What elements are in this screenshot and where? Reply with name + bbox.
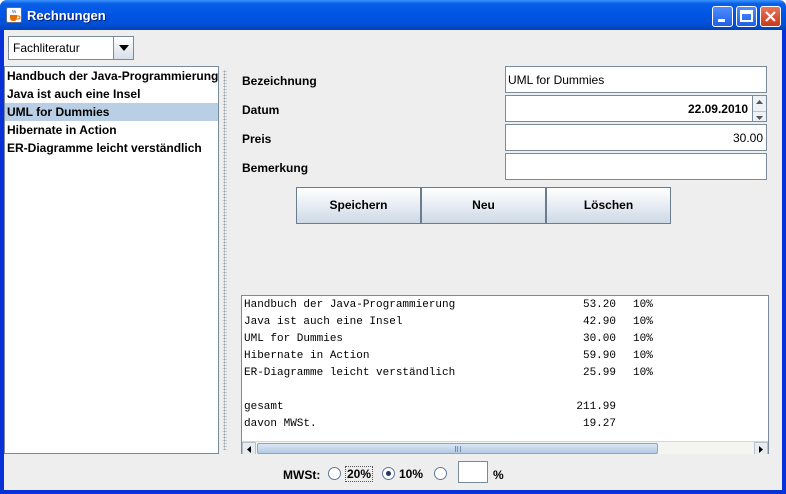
summary-row: Java ist auch eine Insel 42.90 10% xyxy=(244,316,653,328)
percent-unit-label: % xyxy=(493,468,504,482)
summary-row: Handbuch der Java-Programmierung 53.20 10% xyxy=(244,299,653,311)
title-bar[interactable]: Rechnungen xyxy=(0,0,786,30)
chevron-down-icon xyxy=(119,45,129,51)
list-item[interactable]: Hibernate in Action xyxy=(5,121,218,139)
bezeichnung-field[interactable]: UML for Dummies xyxy=(505,66,767,93)
new-button[interactable]: Neu xyxy=(421,187,546,224)
java-cup-icon xyxy=(6,7,22,23)
window-title: Rechnungen xyxy=(27,8,106,23)
split-pane-divider[interactable] xyxy=(221,66,229,454)
radio-10-percent[interactable] xyxy=(382,467,395,480)
list-item[interactable]: ER-Diagramme leicht verständlich xyxy=(5,139,218,157)
chevron-left-icon xyxy=(247,446,251,453)
mwst-label: MWSt: xyxy=(283,468,321,482)
datum-spinner[interactable]: 22.09.2010 xyxy=(505,95,767,122)
summary-text-area[interactable]: Handbuch der Java-Programmierung 53.20 10%… xyxy=(241,295,769,456)
bemerkung-field[interactable] xyxy=(505,153,767,180)
datum-label: Datum xyxy=(242,103,280,117)
minimize-icon xyxy=(718,19,725,22)
list-item[interactable]: Handbuch der Java-Programmierung xyxy=(5,67,218,85)
radio-20-label[interactable]: 20% xyxy=(345,466,374,482)
book-list[interactable]: Handbuch der Java-Programmierung Java is… xyxy=(4,66,219,454)
summary-row: ER-Diagramme leicht verständlich 25.99 10% xyxy=(244,367,653,379)
horizontal-scrollbar[interactable] xyxy=(242,441,768,455)
delete-button[interactable]: Löschen xyxy=(546,187,671,224)
save-button[interactable]: Speichern xyxy=(296,187,421,224)
radio-10-label[interactable]: 10% xyxy=(399,467,423,481)
chevron-down-icon xyxy=(756,116,763,120)
bezeichnung-value: UML for Dummies xyxy=(508,73,605,87)
client-area: Fachliteratur Handbuch der Java-Programm… xyxy=(4,30,782,490)
close-button[interactable] xyxy=(760,6,781,27)
application-window: Rechnungen Fachliteratur Handbuch der Ja… xyxy=(0,0,786,494)
preis-value: 30.00 xyxy=(732,131,763,145)
close-icon xyxy=(765,11,776,22)
dropdown-arrow-button[interactable] xyxy=(113,37,133,59)
scrollbar-thumb[interactable] xyxy=(257,443,658,454)
summary-row: Hibernate in Action 59.90 10% xyxy=(244,350,653,362)
chevron-right-icon xyxy=(759,446,763,453)
spinner-up-button[interactable] xyxy=(753,100,766,112)
radio-20-percent[interactable] xyxy=(328,467,341,480)
category-selected: Fachliteratur xyxy=(13,41,80,55)
list-item-selected[interactable]: UML for Dummies xyxy=(5,103,218,121)
summary-tax-row: davon MWSt. 19.27 xyxy=(244,418,616,430)
radio-custom-percent[interactable] xyxy=(434,467,447,480)
custom-mwst-input[interactable] xyxy=(458,461,488,483)
preis-label: Preis xyxy=(242,132,272,146)
bezeichnung-label: Bezeichnung xyxy=(242,74,317,88)
list-item[interactable]: Java ist auch eine Insel xyxy=(5,85,218,103)
maximize-button[interactable] xyxy=(736,6,757,27)
minimize-button[interactable] xyxy=(712,6,733,27)
category-dropdown[interactable]: Fachliteratur xyxy=(8,36,134,60)
datum-value: 22.09.2010 xyxy=(687,102,748,116)
chevron-up-icon xyxy=(756,100,763,104)
preis-field[interactable]: 30.00 xyxy=(505,124,767,151)
summary-row: UML for Dummies 30.00 10% xyxy=(244,333,653,345)
bemerkung-label: Bemerkung xyxy=(242,161,309,175)
maximize-icon xyxy=(740,10,753,22)
date-spinner-buttons[interactable] xyxy=(752,96,766,121)
mwst-bar: MWSt: 20% 10% % xyxy=(4,454,782,490)
summary-total-row: gesamt 211.99 xyxy=(244,401,616,413)
